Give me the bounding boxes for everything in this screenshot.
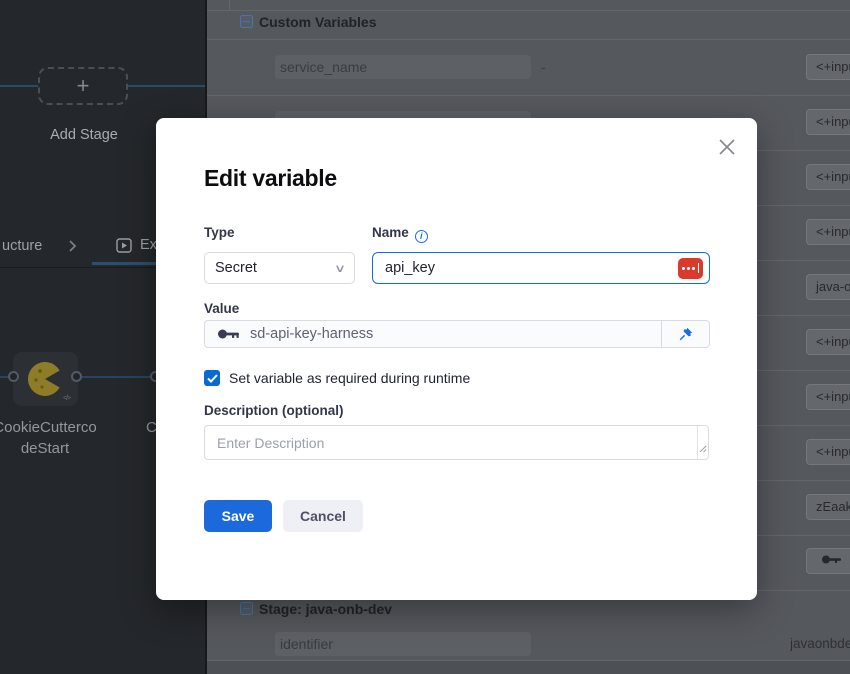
stage-connector-line <box>128 85 207 87</box>
value-label: Value <box>204 301 239 316</box>
required-checkbox-row[interactable]: Set variable as required during runtime <box>204 370 470 386</box>
pin-icon <box>679 327 693 341</box>
screen: Custom Variables service_name - <+inpu <… <box>0 0 850 674</box>
close-icon[interactable] <box>719 139 735 155</box>
node-port <box>71 371 82 382</box>
description-textarea[interactable]: Enter Description <box>204 425 709 460</box>
variable-dash: - <box>541 59 546 75</box>
cookie-icon <box>28 362 62 396</box>
check-icon <box>207 374 218 383</box>
variable-value-input[interactable]: zEaak <box>806 494 850 520</box>
plus-icon: + <box>77 73 90 99</box>
name-input[interactable]: api_key <box>372 252 710 284</box>
collapse-minus-icon[interactable] <box>240 602 253 615</box>
modal-title: Edit variable <box>204 165 337 192</box>
variable-value-input[interactable]: <+inpu <box>806 329 850 355</box>
description-placeholder: Enter Description <box>217 435 324 451</box>
resize-handle-icon[interactable] <box>699 440 707 458</box>
chevron-right-icon <box>68 239 77 258</box>
collapse-minus-icon[interactable] <box>240 15 253 28</box>
play-icon <box>116 238 132 253</box>
required-checkbox-label: Set variable as required during runtime <box>229 370 470 386</box>
variable-value-input[interactable]: <+inpu <box>806 109 850 135</box>
tab-infrastructure[interactable]: ucture <box>2 238 42 254</box>
name-label: Namei <box>372 225 428 243</box>
variable-value-input[interactable]: <+inpu <box>806 54 850 80</box>
next-row-strip <box>207 661 850 674</box>
secret-value-field[interactable]: sd-api-key-harness <box>204 320 710 348</box>
identifier-value: javaonbde <box>790 636 850 651</box>
chevron-down-icon: ∨ <box>334 262 346 275</box>
divider <box>207 39 850 40</box>
step-node-label: CookieCutterco deStart <box>0 417 125 459</box>
save-button[interactable]: Save <box>204 500 272 532</box>
add-stage-label: Add Stage <box>0 127 168 143</box>
add-stage-button[interactable]: + <box>38 67 128 105</box>
tab-execution[interactable]: Ex <box>116 237 157 253</box>
variable-value-input[interactable]: <+inpu <box>806 164 850 190</box>
pin-button[interactable] <box>661 321 709 347</box>
variable-name-pill: identifier <box>275 632 531 656</box>
stage-connector-line <box>0 85 38 87</box>
required-checkbox[interactable] <box>204 370 220 386</box>
variable-value-input[interactable]: <+inpu <box>806 384 850 410</box>
variable-value-input[interactable]: <+inpu <box>806 439 850 465</box>
key-icon <box>821 549 843 573</box>
secret-value-input[interactable] <box>806 548 850 574</box>
variable-value-input[interactable]: <+inpu <box>806 219 850 245</box>
variable-value-input[interactable]: java-o <box>806 274 850 300</box>
type-select-value: Secret <box>215 260 336 276</box>
type-select[interactable]: Secret ∨ <box>204 252 355 284</box>
info-icon[interactable]: i <box>415 230 428 243</box>
node-connector-line <box>80 376 151 378</box>
section-title-stage: Stage: java-onb-dev <box>259 601 392 617</box>
divider <box>207 95 850 96</box>
description-label: Description (optional) <box>204 403 344 418</box>
type-label: Type <box>204 225 235 240</box>
key-icon <box>217 328 241 340</box>
divider <box>207 10 850 11</box>
variable-name-pill: service_name <box>275 55 531 79</box>
divider <box>229 0 230 10</box>
fixed-value-icon[interactable] <box>678 258 703 279</box>
cancel-button[interactable]: Cancel <box>283 500 363 532</box>
node-port <box>8 371 19 382</box>
name-input-value: api_key <box>385 260 678 276</box>
template-icon: </> <box>63 395 70 402</box>
edit-variable-modal: Edit variable Type Namei Secret ∨ api_ke… <box>156 118 757 600</box>
secret-value-text: sd-api-key-harness <box>250 326 373 342</box>
section-title-custom-variables: Custom Variables <box>259 14 377 30</box>
